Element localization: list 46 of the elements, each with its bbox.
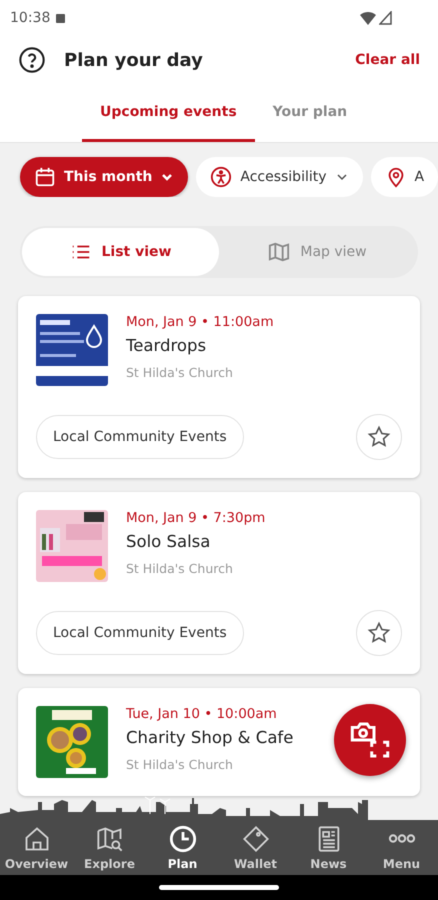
- event-date: Mon, Jan 9 • 11:00am: [126, 314, 274, 330]
- view-option[interactable]: List view: [22, 228, 219, 276]
- help-icon[interactable]: [18, 46, 46, 74]
- notification-icon: [56, 14, 66, 22]
- tag-icon: [242, 824, 270, 852]
- event-venue: St Hilda's Church: [126, 365, 234, 380]
- category-chip[interactable]: Local Community Events: [36, 415, 244, 459]
- event-title: Charity Shop & Cafe: [126, 728, 294, 747]
- tab[interactable]: Upcoming events: [82, 84, 255, 142]
- camera-scan-icon: [350, 720, 390, 760]
- event-date: Mon, Jan 9 • 7:30pm: [126, 510, 266, 526]
- clear-all-button[interactable]: Clear all: [355, 52, 420, 68]
- tab[interactable]: Your plan: [254, 84, 366, 142]
- favourite-button[interactable]: [356, 610, 402, 656]
- page-title: Plan your day: [64, 50, 203, 70]
- nav-item[interactable]: Menu: [365, 820, 438, 875]
- favourite-button[interactable]: [356, 414, 402, 460]
- event-card[interactable]: Mon, Jan 9 • 7:30pm Solo Salsa St Hilda's Church Local Community Events: [18, 492, 420, 674]
- filter-chip[interactable]: Accessibility: [196, 157, 363, 197]
- signal-icon: [379, 11, 392, 25]
- wifi-icon: [360, 11, 376, 25]
- event-date: Tue, Jan 10 • 10:00am: [126, 706, 278, 722]
- nav-item[interactable]: Explore: [73, 820, 146, 875]
- nav-item[interactable]: Wallet: [219, 820, 292, 875]
- nav-item[interactable]: Plan: [146, 820, 219, 875]
- event-title: Teardrops: [126, 336, 208, 355]
- event-venue: St Hilda's Church: [126, 757, 234, 772]
- event-title: Solo Salsa: [126, 532, 212, 551]
- clock-icon: [168, 824, 196, 852]
- event-card[interactable]: Mon, Jan 9 • 11:00am Teardrops St Hilda's Church Local Community Events: [18, 296, 420, 478]
- status-time: 10:38: [10, 10, 50, 26]
- star-icon: [367, 621, 391, 645]
- filter-chip[interactable]: This month: [20, 157, 188, 197]
- calendar-icon: [34, 166, 56, 188]
- event-venue: St Hilda's Church: [126, 561, 234, 576]
- nav-item[interactable]: News: [292, 820, 365, 875]
- map-icon: [268, 241, 290, 263]
- nav-item[interactable]: Overview: [0, 820, 73, 875]
- home-icon: [22, 824, 50, 852]
- star-icon: [367, 425, 391, 449]
- category-chip[interactable]: Local Community Events: [36, 611, 244, 655]
- filter-chip[interactable]: A: [370, 157, 438, 197]
- event-card[interactable]: Tue, Jan 10 • 10:00am Charity Shop & Cafe St Hilda's Church: [18, 688, 420, 796]
- accessibility-icon: [210, 166, 232, 188]
- more-icon: [388, 834, 416, 842]
- map-search-icon: [96, 824, 124, 852]
